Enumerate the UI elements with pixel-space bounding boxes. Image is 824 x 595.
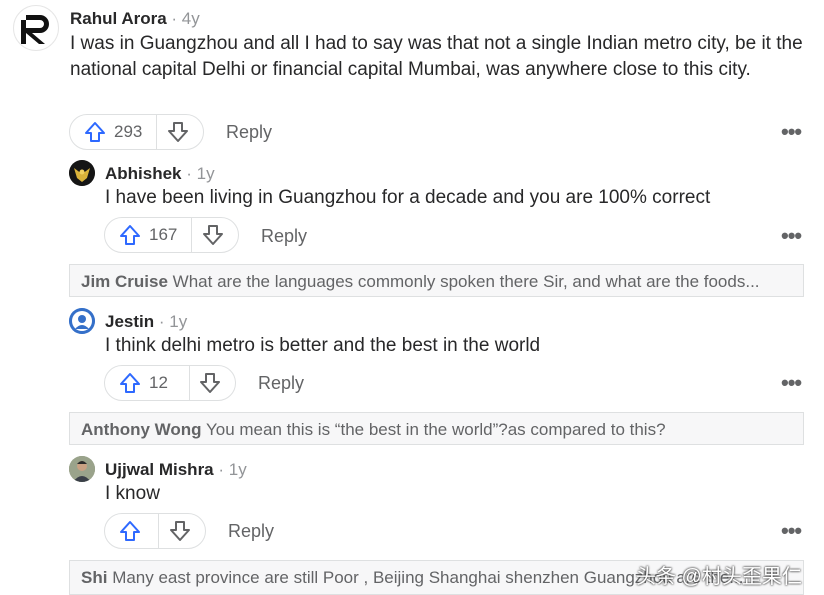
collapsed-text: What are the languages commonly spoken t… [172, 272, 760, 291]
comment-author-line: Jestin · 1y [105, 312, 188, 331]
comment-age[interactable]: 1y [169, 312, 187, 331]
collapsed-author[interactable]: Shi [81, 568, 107, 587]
more-dots-icon[interactable]: ••• [781, 225, 802, 247]
avatar-image-icon [69, 456, 95, 482]
comment-author-line: Rahul Arora · 4y [70, 9, 200, 28]
reply-button[interactable]: Reply [261, 226, 307, 247]
comment-age[interactable]: 4y [182, 9, 200, 28]
vote-pill [104, 513, 206, 549]
arrow-up-icon [85, 122, 105, 142]
author-name[interactable]: Abhishek [105, 164, 182, 183]
arrow-down-icon [203, 225, 223, 245]
avatar-image-icon [69, 160, 95, 186]
downvote-button[interactable] [199, 366, 221, 400]
reply-button[interactable]: Reply [228, 521, 274, 542]
author-name[interactable]: Jestin [105, 312, 154, 331]
downvote-button[interactable] [202, 218, 224, 252]
upvote-count: 293 [114, 122, 143, 141]
author-name[interactable]: Rahul Arora [70, 9, 167, 28]
watermark: 头条 @村头歪果仁 [636, 566, 802, 588]
avatar-image-icon [69, 308, 95, 334]
avatar[interactable] [69, 160, 95, 186]
arrow-up-icon [120, 521, 140, 541]
comment-text: I know [105, 483, 160, 504]
upvote-count: 167 [149, 225, 178, 244]
r-logo-icon [21, 15, 49, 44]
vote-pill: 293 [69, 114, 204, 150]
comment-author-line: Abhishek · 1y [105, 164, 215, 183]
more-dots-icon[interactable]: ••• [781, 372, 802, 394]
comment-text: I was in Guangzhou and all I had to say … [70, 33, 803, 80]
author-name[interactable]: Ujjwal Mishra [105, 460, 214, 479]
divider [189, 366, 190, 400]
upvote-button[interactable]: 167 [105, 218, 177, 252]
more-dots-icon[interactable]: ••• [781, 520, 802, 542]
divider [158, 514, 159, 548]
comment-text: I think delhi metro is better and the be… [105, 335, 541, 356]
collapsed-text: You mean this is “the best in the world”… [205, 420, 666, 439]
upvote-count: 12 [149, 373, 168, 392]
arrow-up-icon [120, 373, 140, 393]
avatar[interactable] [13, 5, 59, 51]
more-dots-icon[interactable]: ••• [781, 121, 802, 143]
arrow-down-icon [200, 373, 220, 393]
arrow-down-icon [168, 122, 188, 142]
collapsed-comment[interactable]: Jim Cruise What are the languages common… [69, 264, 804, 297]
vote-pill: 167 [104, 217, 239, 253]
collapsed-author[interactable]: Jim Cruise [81, 272, 168, 291]
avatar[interactable] [69, 456, 95, 482]
arrow-up-icon [120, 225, 140, 245]
avatar[interactable] [69, 308, 95, 334]
vote-pill: 12 [104, 365, 236, 401]
upvote-button[interactable]: 12 [105, 366, 168, 400]
comment-text: I have been living in Guangzhou for a de… [105, 187, 711, 208]
downvote-button[interactable] [169, 514, 191, 548]
comment-age[interactable]: 1y [197, 164, 215, 183]
downvote-button[interactable] [167, 115, 189, 149]
divider [156, 115, 157, 149]
reply-button[interactable]: Reply [226, 122, 272, 143]
upvote-button[interactable]: 293 [70, 115, 142, 149]
upvote-button[interactable] [105, 514, 149, 548]
comment-author-line: Ujjwal Mishra · 1y [105, 460, 247, 479]
divider [191, 218, 192, 252]
arrow-down-icon [170, 521, 190, 541]
collapsed-comment[interactable]: Anthony Wong You mean this is “the best … [69, 412, 804, 445]
collapsed-author[interactable]: Anthony Wong [81, 420, 202, 439]
reply-button[interactable]: Reply [258, 373, 304, 394]
comment-age[interactable]: 1y [229, 460, 247, 479]
